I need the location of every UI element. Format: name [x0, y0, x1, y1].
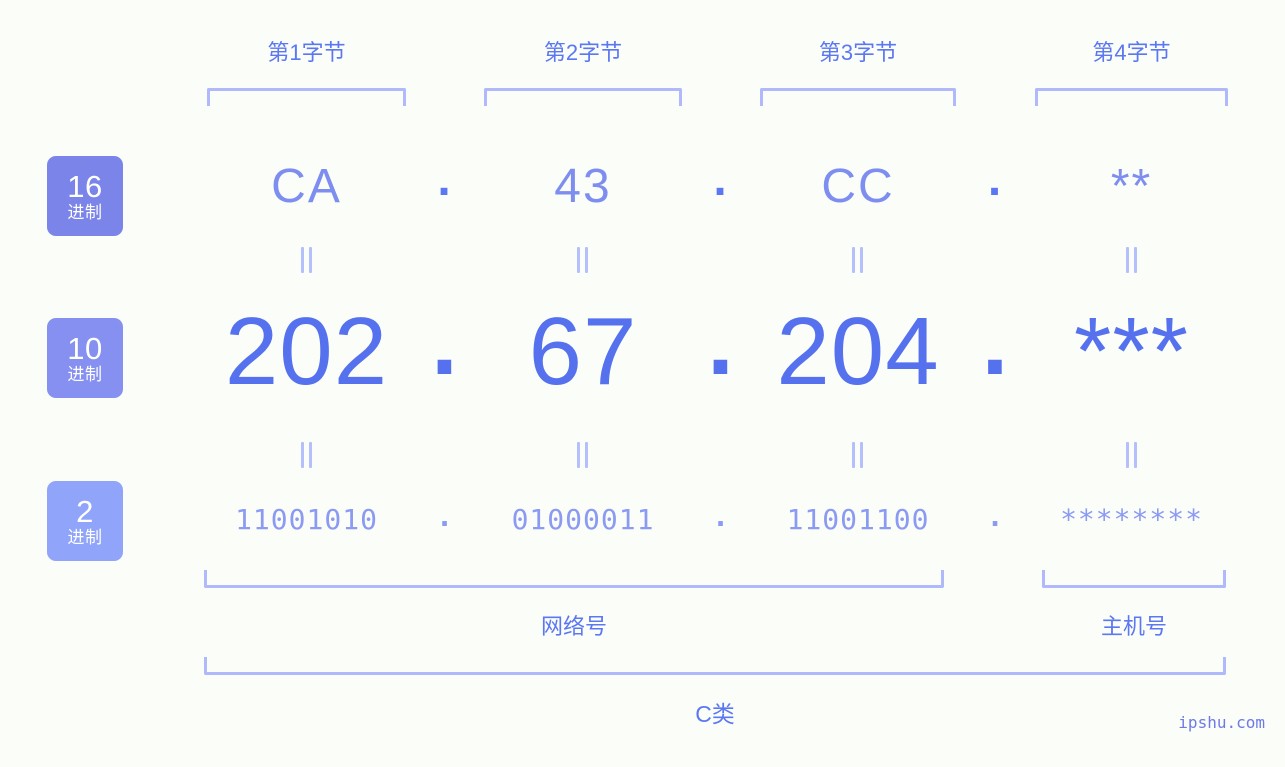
base-badge-decimal-number: 10 [67, 331, 103, 366]
equals-connector-hex-dec-4 [1123, 247, 1141, 273]
hex-separator-1: . [437, 153, 453, 206]
ip-breakdown-diagram: 第1字节 第2字节 第3字节 第4字节 16 进制 10 进制 2 进制 CA … [0, 0, 1285, 767]
host-portion-label: 主机号 [1100, 614, 1167, 639]
byte-bracket-3 [760, 88, 956, 106]
equals-connector-hex-dec-3 [849, 247, 867, 273]
hex-separator-2: . [713, 153, 729, 206]
class-range-bracket [204, 657, 1226, 675]
decimal-separator-1: . [431, 288, 459, 395]
host-portion-bracket [1042, 570, 1226, 588]
equals-connector-hex-dec-2 [574, 247, 592, 273]
network-portion-bracket [204, 570, 944, 588]
decimal-separator-3: . [981, 288, 1010, 395]
equals-connector-hex-dec-1 [298, 247, 316, 273]
hex-octet-3: CC [821, 160, 895, 213]
binary-octet-4: ******** [1060, 503, 1203, 536]
hex-octet-1: CA [271, 160, 342, 213]
byte-header-label-4: 第4字节 [1092, 40, 1171, 65]
byte-bracket-4 [1035, 88, 1228, 106]
base-badge-binary-sublabel: 进制 [67, 528, 103, 547]
base-badge-hex-number: 16 [67, 169, 103, 204]
site-watermark: ipshu.com [1178, 713, 1265, 732]
equals-connector-dec-bin-4 [1123, 442, 1141, 468]
decimal-separator-2: . [707, 288, 735, 395]
base-badge-binary: 2 进制 [47, 481, 123, 561]
base-badge-hex: 16 进制 [47, 156, 123, 236]
binary-separator-1: . [436, 500, 454, 533]
binary-octet-1: 11001010 [235, 503, 378, 536]
binary-octet-3: 11001100 [786, 503, 930, 536]
byte-header-label-1: 第1字节 [267, 40, 346, 65]
hex-separator-3: . [987, 153, 1004, 206]
byte-bracket-1 [207, 88, 406, 106]
byte-bracket-2 [484, 88, 682, 106]
decimal-octet-2: 67 [528, 298, 638, 405]
hex-octet-4: ** [1110, 160, 1153, 213]
byte-header-label-2: 第2字节 [543, 40, 623, 65]
equals-connector-dec-bin-1 [298, 442, 316, 468]
decimal-octet-1: 202 [224, 298, 389, 405]
address-class-label: C类 [695, 701, 735, 727]
base-badge-hex-sublabel: 进制 [67, 203, 103, 222]
equals-connector-dec-bin-2 [574, 442, 592, 468]
decimal-octet-4: *** [1073, 298, 1190, 405]
base-badge-decimal-sublabel: 进制 [67, 365, 103, 384]
binary-separator-2: . [712, 500, 730, 533]
byte-header-label-3: 第3字节 [818, 40, 898, 65]
network-portion-label: 网络号 [540, 614, 607, 639]
base-badge-decimal: 10 进制 [47, 318, 123, 398]
base-badge-binary-number: 2 [76, 494, 94, 529]
binary-octet-2: 01000011 [511, 503, 655, 536]
equals-connector-dec-bin-3 [849, 442, 867, 468]
binary-separator-3: . [986, 500, 1005, 533]
decimal-octet-3: 204 [776, 298, 940, 405]
hex-octet-2: 43 [554, 160, 612, 213]
